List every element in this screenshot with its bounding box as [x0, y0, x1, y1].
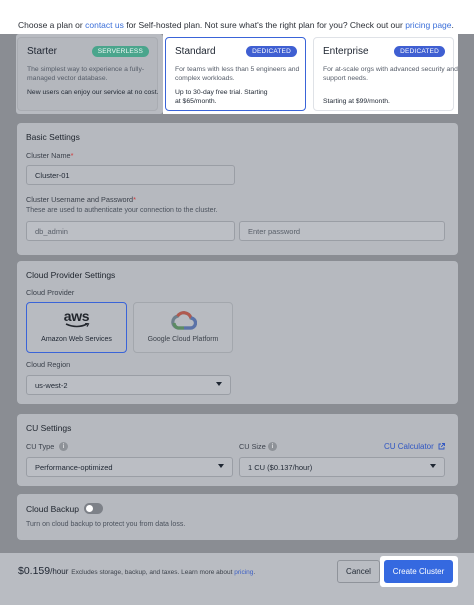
dedicated-badge: DEDICATED [394, 46, 445, 57]
pricing-link[interactable]: pricing [234, 569, 253, 576]
price-unit: /hour [50, 567, 69, 576]
price-note-end: . [253, 569, 256, 576]
label-text: Cluster Username and Password [26, 195, 134, 204]
credentials-label: Cluster Username and Password* [26, 195, 136, 204]
info-icon[interactable]: i [268, 442, 277, 451]
selected-value: Performance-optimized [35, 463, 113, 472]
provider-name: Amazon Web Services [41, 336, 112, 343]
provider-name: Google Cloud Platform [147, 336, 219, 343]
cluster-name-label: Cluster Name* [26, 151, 73, 160]
plan-card-standard[interactable]: Standard DEDICATED For teams with less t… [165, 37, 306, 111]
pricing-page-link[interactable]: pricing page [405, 20, 451, 30]
selected-value: us-west-2 [35, 381, 68, 390]
contact-us-link[interactable]: contact us [85, 20, 124, 30]
cloud-backup-toggle[interactable] [84, 503, 103, 514]
external-link-icon [438, 443, 445, 450]
cloud-region-select[interactable]: us-west-2 [26, 375, 231, 395]
section-title: Basic Settings [26, 132, 80, 142]
cloud-provider-label: Cloud Provider [26, 288, 75, 297]
username-input[interactable]: db_admin [26, 221, 235, 241]
provider-gcp[interactable]: Google Cloud Platform [133, 302, 233, 353]
intro-text-part: for Self-hosted plan. Not sure what's th… [123, 20, 406, 30]
cu-calculator-link[interactable]: CU Calculator [384, 442, 445, 451]
cu-size-label: CU Size [239, 442, 266, 451]
plan-note: Starting at $99/month. [323, 98, 390, 105]
create-cluster-button[interactable]: Create Cluster [384, 560, 453, 583]
plan-description: For at-scale orgs with advanced security… [323, 66, 458, 82]
cloud-backup-hint: Turn on cloud backup to protect you from… [26, 521, 186, 528]
info-icon[interactable]: i [59, 442, 68, 451]
intro-text-part: Choose a plan or [18, 20, 86, 30]
price-note: Excludes storage, backup, and taxes. Lea… [71, 569, 235, 576]
plan-note: Up to 30-day free trial. Starting at $65… [175, 89, 268, 105]
price-value: $0.159 [18, 565, 51, 577]
selected-value: 1 CU ($0.137/hour) [248, 463, 313, 472]
toggle-knob [86, 505, 93, 512]
cu-type-label: CU Type [26, 442, 55, 451]
credentials-hint: These are used to authenticate your conn… [26, 207, 218, 214]
password-input[interactable]: Enter password [239, 221, 445, 241]
section-title: Cloud Backup [26, 504, 79, 514]
required-mark: * [70, 151, 74, 160]
chevron-down-icon [216, 382, 222, 386]
section-title: CU Settings [26, 423, 72, 433]
price-summary: $0.159/hour Excludes storage, backup, an… [18, 565, 255, 577]
plan-description: The simplest way to experience a fully-m… [27, 66, 145, 82]
aws-logo-icon: aws [27, 309, 126, 329]
chevron-down-icon [218, 464, 224, 468]
plan-description: For teams with less than 5 engineers and… [175, 66, 300, 82]
cancel-button[interactable]: Cancel [337, 560, 380, 583]
basic-settings-section: Basic Settings Cluster Name* Cluster-01 … [17, 123, 458, 255]
provider-aws[interactable]: aws Amazon Web Services [26, 302, 127, 353]
intro-text: Choose a plan or contact us for Self-hos… [18, 20, 454, 30]
section-title: Cloud Provider Settings [26, 270, 116, 280]
google-cloud-icon [171, 311, 198, 336]
plan-card-enterprise[interactable]: Enterprise DEDICATED For at-scale orgs w… [313, 37, 458, 111]
plan-note: New users can enjoy our service at no co… [27, 89, 159, 96]
intro-text-part: . [451, 20, 454, 30]
cluster-name-input[interactable]: Cluster-01 [26, 165, 235, 185]
plan-card-starter[interactable]: Starter SERVERLESS The simplest way to e… [17, 37, 158, 111]
cu-size-select[interactable]: 1 CU ($0.137/hour) [239, 457, 445, 477]
cu-settings-section: CU Settings CU Type i Performance-optimi… [17, 414, 458, 486]
cloud-backup-section: Cloud Backup Turn on cloud backup to pro… [17, 494, 458, 540]
link-text: CU Calculator [384, 442, 434, 451]
create-button-highlight: Create Cluster [380, 556, 458, 587]
serverless-badge: SERVERLESS [91, 46, 149, 57]
required-mark: * [133, 195, 136, 204]
cloud-region-label: Cloud Region [26, 360, 71, 369]
dedicated-badge: DEDICATED [246, 46, 297, 57]
cloud-provider-section: Cloud Provider Settings Cloud Provider a… [17, 261, 458, 404]
chevron-down-icon [430, 464, 436, 468]
cu-type-select[interactable]: Performance-optimized [26, 457, 233, 477]
label-text: Cluster Name [26, 151, 71, 160]
